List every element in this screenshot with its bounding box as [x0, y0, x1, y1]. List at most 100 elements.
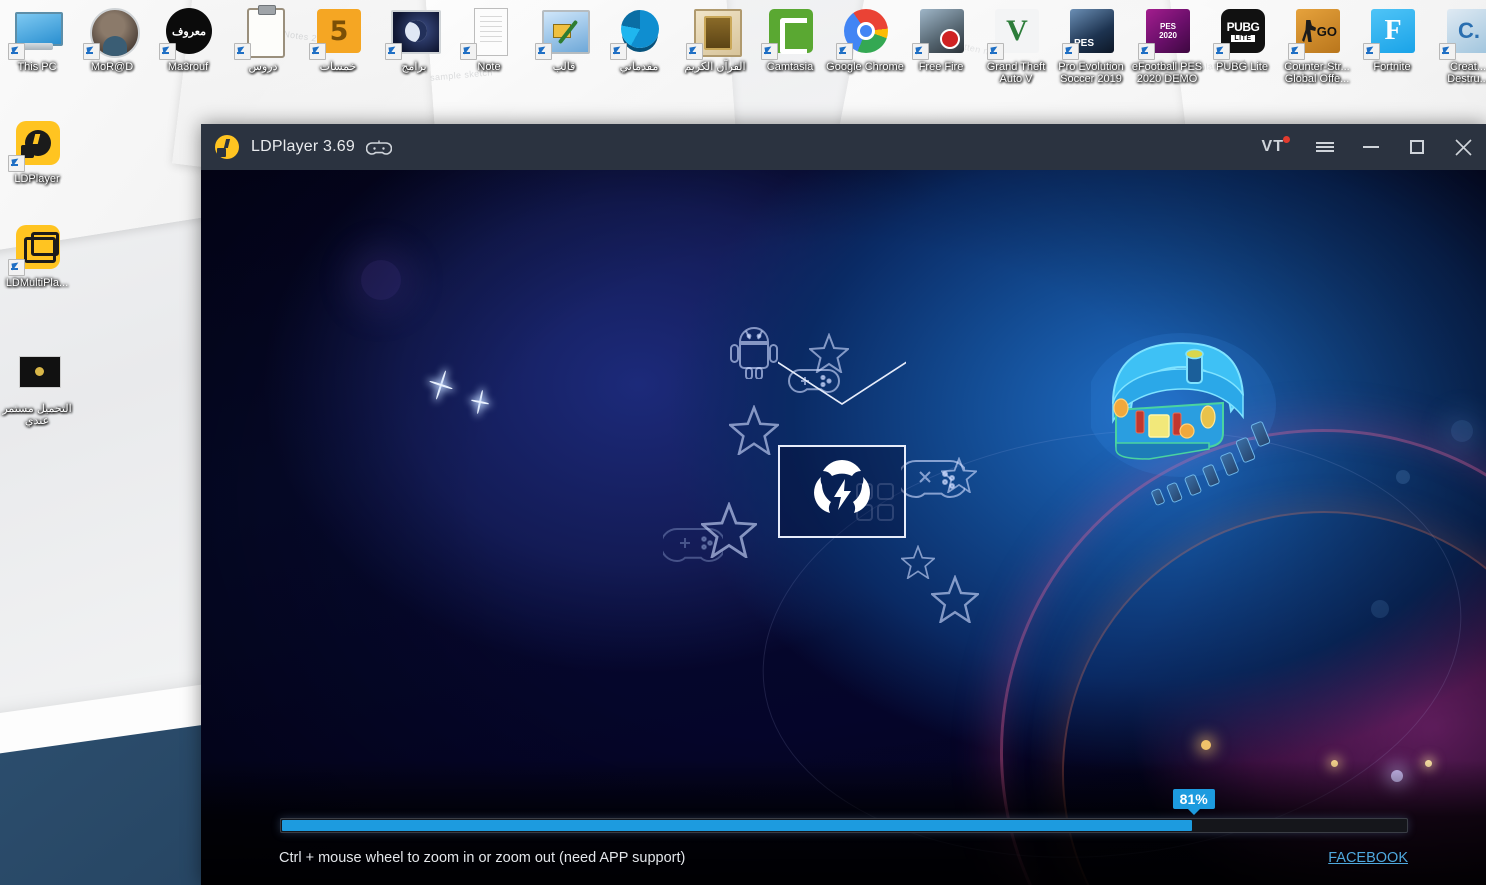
desktop-icon-ldplayer[interactable]: LDPlayer	[0, 118, 77, 185]
note-document-icon	[460, 6, 515, 60]
desktop-icon-fortnite[interactable]: F Fortnite	[1352, 6, 1432, 73]
desktop-icon-gta-v[interactable]: V Grand Theft Auto V	[976, 6, 1056, 85]
splash-screen: 81% Ctrl + mouse wheel to zoom in or zoo…	[201, 170, 1486, 885]
window-controls: VT	[1262, 124, 1486, 170]
blue-pie-icon	[610, 6, 665, 60]
shortcut-arrow-icon	[1288, 43, 1305, 60]
star-outline-icon	[729, 405, 779, 455]
glow-particle	[1396, 470, 1410, 484]
desktop-icon-label: Pro Evolution Soccer 2019	[1058, 61, 1124, 85]
desktop-icon-pes-2020[interactable]: PES 2020 eFootball PES 2020 DEMO	[1127, 6, 1207, 85]
shortcut-arrow-icon	[1439, 43, 1456, 60]
star-outline-icon	[941, 457, 977, 493]
shortcut-arrow-icon	[234, 43, 251, 60]
moon-wallpaper-icon	[385, 6, 441, 60]
desktop-icon-label: القرآن الكريم	[684, 61, 746, 73]
close-icon[interactable]	[1440, 124, 1486, 170]
progress-fill	[282, 820, 1193, 831]
desktop-icon-user-photo[interactable]: MoR@D	[72, 6, 152, 73]
ldplayer-cloud-bolt-icon	[814, 459, 870, 513]
desktop-icon-label: دروس	[248, 61, 278, 73]
pes-2020-icon: PES 2020	[1138, 6, 1193, 60]
gamepad-icon[interactable]	[365, 139, 393, 155]
desktop-icon-label: Creat... Destru...	[1447, 61, 1486, 85]
progress-track	[280, 818, 1408, 833]
desktop-icon-note-document[interactable]: Note	[449, 6, 529, 73]
maximize-icon[interactable]	[1394, 124, 1440, 170]
shortcut-arrow-icon	[8, 155, 25, 172]
desktop-icon-chrome[interactable]: Google Chrome	[825, 6, 905, 73]
vt-alert-dot	[1283, 136, 1290, 143]
ma3rouf-logo-icon: معروف	[159, 6, 214, 60]
shortcut-arrow-icon	[610, 43, 627, 60]
desktop-icon-clipboard[interactable]: دروس	[223, 5, 303, 73]
desktop-icon-this-pc[interactable]: This PC	[0, 6, 77, 73]
desktop-icon-label: Google Chrome	[826, 61, 904, 73]
blue-house-icon	[1086, 325, 1311, 525]
desktop-icon-label: برامج	[401, 61, 427, 73]
ldmultiplayer-icon	[8, 222, 63, 276]
desktop-icon-free-fire[interactable]: Free Fire	[901, 6, 981, 73]
quran-book-icon	[686, 6, 742, 60]
desktop-icon-ma3rouf-logo[interactable]: معروف Ma3rouf	[148, 6, 228, 73]
crate-box-icon	[778, 361, 906, 538]
hamburger-menu-icon[interactable]	[1302, 124, 1348, 170]
desktop-icon-label: خمسات	[319, 61, 357, 73]
video-thumbnail-icon	[11, 348, 63, 400]
shortcut-arrow-icon	[8, 43, 25, 60]
chrome-icon	[836, 6, 891, 60]
desktop-icon-label: Counter-Str... Global Offe...	[1284, 61, 1350, 85]
shortcut-arrow-icon	[686, 43, 703, 60]
shortcut-arrow-icon	[1213, 43, 1230, 60]
desktop-icon-moon-wallpaper[interactable]: برامج	[374, 6, 454, 73]
desktop-icon-paint-template[interactable]: قالب	[524, 6, 604, 73]
desktop-icon-blue-pie[interactable]: مقدماتي	[599, 6, 679, 73]
desktop-icon-label: This PC	[17, 61, 57, 73]
desktop-icon-video-thumbnail[interactable]: التحميل مستمر عندي	[0, 348, 77, 427]
creative-destruction-icon: C.	[1439, 6, 1486, 60]
window-title: LDPlayer 3.69	[251, 138, 355, 155]
desktop-icon-pubg-lite[interactable]: PUBG LITE PUBG Lite	[1202, 6, 1282, 73]
shortcut-arrow-icon	[761, 43, 778, 60]
shortcut-arrow-icon	[1363, 43, 1380, 60]
glow-particle	[1201, 740, 1211, 750]
facebook-link[interactable]: FACEBOOK	[1328, 850, 1408, 866]
desktop-icon-label: التحميل مستمر عندي	[2, 403, 72, 427]
csgo-icon	[1288, 6, 1343, 60]
khamsat-five-icon: 5	[309, 6, 364, 60]
star-outline-icon	[701, 502, 757, 558]
shortcut-arrow-icon	[987, 43, 1004, 60]
desktop-icon-ldmultiplayer[interactable]: LDMultiPla...	[0, 222, 77, 289]
desktop-icon-creative-destruction[interactable]: C. Creat... Destru...	[1428, 6, 1486, 85]
desktop-icon-label: مقدماتي	[619, 61, 659, 73]
glow-particle	[1451, 420, 1473, 442]
minimize-icon[interactable]	[1348, 124, 1394, 170]
shortcut-arrow-icon	[460, 43, 477, 60]
ldplayer-window[interactable]: LDPlayer 3.69 VT 81% Ctrl + mouse wheel …	[201, 124, 1486, 885]
shortcut-arrow-icon	[1138, 43, 1155, 60]
desktop-icon-csgo[interactable]: Counter-Str... Global Offe...	[1277, 6, 1357, 85]
star-outline-icon	[809, 333, 849, 373]
shortcut-arrow-icon	[1062, 43, 1079, 60]
shortcut-arrow-icon	[83, 43, 100, 60]
desktop-icon-quran-book[interactable]: القرآن الكريم	[675, 6, 755, 73]
vt-status-badge[interactable]: VT	[1262, 136, 1290, 156]
glow-particle	[1371, 600, 1389, 618]
shortcut-arrow-icon	[836, 43, 853, 60]
user-photo-icon	[83, 6, 140, 60]
splash-footer: 81% Ctrl + mouse wheel to zoom in or zoo…	[201, 789, 1486, 885]
desktop-icon-label: eFootball PES 2020 DEMO	[1131, 61, 1203, 85]
desktop-icon-pes-2019[interactable]: Pro Evolution Soccer 2019	[1051, 6, 1131, 85]
star-outline-icon	[901, 545, 935, 579]
desktop-icon-khamsat-five[interactable]: 5 خمسات	[298, 6, 378, 73]
shortcut-arrow-icon	[912, 43, 929, 60]
free-fire-icon	[912, 6, 967, 60]
window-titlebar[interactable]: LDPlayer 3.69 VT	[201, 124, 1486, 170]
star-outline-icon	[931, 575, 979, 623]
desktop-icon-camtasia[interactable]: Camtasia	[750, 6, 830, 73]
desktop-icon-label: قالب	[552, 61, 576, 73]
pubg-lite-icon: PUBG LITE	[1213, 6, 1268, 60]
zoom-hint-text: Ctrl + mouse wheel to zoom in or zoom ou…	[279, 850, 686, 866]
glow-particle	[361, 260, 401, 300]
desktop-icon-label: Ma3rouf	[167, 61, 209, 73]
